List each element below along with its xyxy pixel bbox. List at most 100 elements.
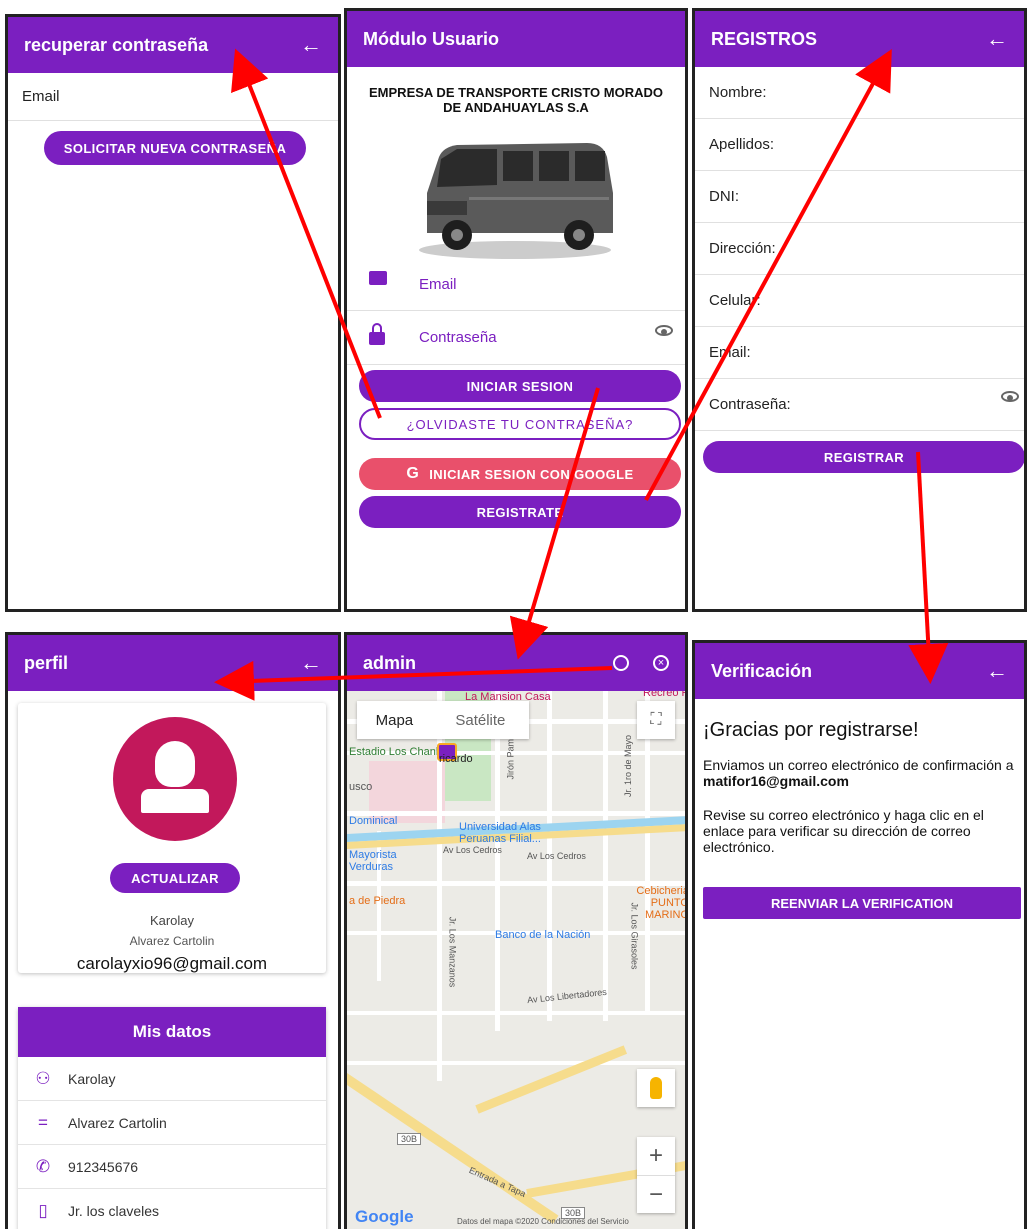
close-circle-icon[interactable]: × xyxy=(653,655,669,671)
my-data-card: Mis datos ⚇ Karolay = Alvarez Cartolin ✆ 91… xyxy=(18,1007,326,1229)
marker-label: ricardo xyxy=(439,753,473,765)
map-icon: ▯ xyxy=(38,1201,48,1220)
field-label: Nombre: xyxy=(709,84,767,101)
admin-header: admin × xyxy=(347,635,685,691)
map-label: Av Los Libertadores xyxy=(526,986,608,1006)
admin-title: admin xyxy=(363,652,417,673)
profile-header: perfil ← xyxy=(8,635,338,691)
person-icon: ⚇ xyxy=(35,1068,51,1088)
pegman-icon[interactable] xyxy=(637,1069,675,1107)
email-field[interactable]: Email: xyxy=(695,327,1024,379)
back-arrow-icon[interactable]: ← xyxy=(986,26,1008,52)
verify-message: Enviamos un correo electrónico de confir… xyxy=(703,757,1018,789)
profile-title: perfil xyxy=(24,652,69,673)
map-label: Mayorista Verduras xyxy=(349,849,397,873)
profile-card: ACTUALIZAR Karolay Alvarez Cartolin caro… xyxy=(18,703,326,973)
phone-icon: ✆ xyxy=(35,1156,51,1176)
login-password-label: Contraseña xyxy=(419,329,497,346)
verify-title: Verificación xyxy=(711,660,813,681)
lock-icon xyxy=(369,323,385,345)
company-name: EMPRESA DE TRANSPORTE CRISTO MORADO DE A… xyxy=(369,85,663,115)
surname-field[interactable]: Apellidos: xyxy=(695,119,1024,171)
field-label: Email: xyxy=(709,344,751,361)
recover-email-field[interactable]: Email xyxy=(8,73,338,121)
register-button[interactable]: REGISTRAR xyxy=(703,441,1024,473)
field-label: Celular: xyxy=(709,292,761,309)
refresh-icon[interactable] xyxy=(613,655,629,671)
verify-line1: Enviamos un correo electrónico de confir… xyxy=(703,757,1014,773)
data-value: Alvarez Cartolin xyxy=(68,1114,167,1131)
login-title: Módulo Usuario xyxy=(363,28,499,49)
back-arrow-icon[interactable]: ← xyxy=(986,658,1008,684)
route-badge: 30B xyxy=(397,1133,422,1145)
map-label: Cebicheria PUNTO MARINO xyxy=(636,885,685,921)
phone-field[interactable]: Celular: xyxy=(695,275,1024,327)
login-email-field[interactable]: Email xyxy=(347,259,685,311)
map-label: Universidad Alas Peruanas Filial... xyxy=(459,821,541,845)
login-button[interactable]: INICIAR SESION xyxy=(359,370,681,402)
admin-map-panel: admin × La Mansion Casa Recreo F Estadio… xyxy=(344,632,688,1229)
register-title: REGISTROS xyxy=(711,28,818,49)
map-label: Dominical xyxy=(349,815,398,827)
verify-heading: ¡Gracias por registrarse! xyxy=(703,719,919,741)
google-login-label: INICIAR SESION CON GOOGLE xyxy=(429,466,634,482)
forgot-password-button[interactable]: ¿OLVIDASTE TU CONTRASEÑA? xyxy=(359,408,681,440)
zoom-in-icon[interactable]: + xyxy=(637,1137,675,1175)
eye-icon[interactable] xyxy=(655,325,673,336)
login-email-label: Email xyxy=(419,276,457,293)
data-row-name: ⚇ Karolay xyxy=(18,1057,326,1101)
password-field[interactable]: Contraseña: xyxy=(695,379,1024,431)
my-data-header: Mis datos xyxy=(18,1007,326,1057)
field-label: DNI: xyxy=(709,188,739,205)
profile-panel: perfil ← ACTUALIZAR Karolay Alvarez Cart… xyxy=(5,632,341,1229)
name-field[interactable]: Nombre: xyxy=(695,67,1024,119)
map-label: Jr. Los Girasoles xyxy=(629,902,640,970)
update-button[interactable]: ACTUALIZAR xyxy=(110,863,240,893)
zoom-controls: + − xyxy=(637,1137,675,1213)
profile-name: Karolay xyxy=(149,913,195,928)
map-view[interactable]: La Mansion Casa Recreo F Estadio Los Cha… xyxy=(347,691,685,1229)
eye-icon[interactable] xyxy=(1001,391,1019,402)
map-label: usco xyxy=(349,781,373,793)
data-row-address: ▯ Jr. los claveles xyxy=(18,1189,326,1229)
back-arrow-icon[interactable]: ← xyxy=(300,650,322,676)
resend-verification-button[interactable]: REENVIAR LA VERIFICATION xyxy=(703,887,1021,919)
user-silhouette-icon xyxy=(155,741,195,787)
recover-email-label: Email xyxy=(22,88,60,105)
map-label: Jr. 1ro de Mayo xyxy=(623,734,634,798)
tab-satellite[interactable]: Satélite xyxy=(432,701,529,739)
login-panel: Módulo Usuario EMPRESA DE TRANSPORTE CRI… xyxy=(344,8,688,612)
map-footer[interactable]: Datos del mapa ©2020 Condiciones del Ser… xyxy=(457,1217,629,1226)
recover-panel: recuperar contraseña ← Email SOLICITAR N… xyxy=(5,14,341,612)
envelope-icon xyxy=(369,271,387,285)
profile-surname: Alvarez Cartolin xyxy=(129,934,215,948)
profile-email: carolayxio96@gmail.com xyxy=(76,954,268,973)
request-new-password-button[interactable]: SOLICITAR NUEVA CONTRASEÑA xyxy=(44,131,306,165)
back-arrow-icon[interactable]: ← xyxy=(300,32,322,58)
tab-map[interactable]: Mapa xyxy=(357,701,432,739)
map-label: Jr. Los Manzanos xyxy=(447,916,458,988)
field-label: Apellidos: xyxy=(709,136,775,153)
login-password-field[interactable]: Contraseña xyxy=(347,311,685,365)
map-label: Av Los Cedros xyxy=(443,845,502,855)
register-header: REGISTROS ← xyxy=(695,11,1024,67)
map-label: Banco de la Nación xyxy=(495,929,591,941)
dni-field[interactable]: DNI: xyxy=(695,171,1024,223)
login-header: Módulo Usuario xyxy=(347,11,685,67)
address-field[interactable]: Dirección: xyxy=(695,223,1024,275)
google-login-button[interactable]: G INICIAR SESION CON GOOGLE xyxy=(359,458,681,490)
data-value: 912345676 xyxy=(68,1158,139,1175)
verify-header: Verificación ← xyxy=(695,643,1024,699)
fullscreen-icon[interactable]: ⛶ xyxy=(637,701,675,739)
register-link-button[interactable]: REGISTRATE xyxy=(359,496,681,528)
data-value: Karolay xyxy=(68,1070,116,1087)
recover-header: recuperar contraseña ← xyxy=(8,17,338,73)
field-label: Contraseña: xyxy=(709,396,791,413)
verify-instructions: Revise su correo electrónico y haga clic… xyxy=(703,807,984,855)
map-label: Av Los Cedros xyxy=(527,851,586,861)
data-row-phone: ✆ 912345676 xyxy=(18,1145,326,1189)
van-image xyxy=(419,143,613,259)
google-logo: Google xyxy=(355,1207,414,1226)
google-g-icon: G xyxy=(406,465,420,482)
zoom-out-icon[interactable]: − xyxy=(637,1175,675,1213)
